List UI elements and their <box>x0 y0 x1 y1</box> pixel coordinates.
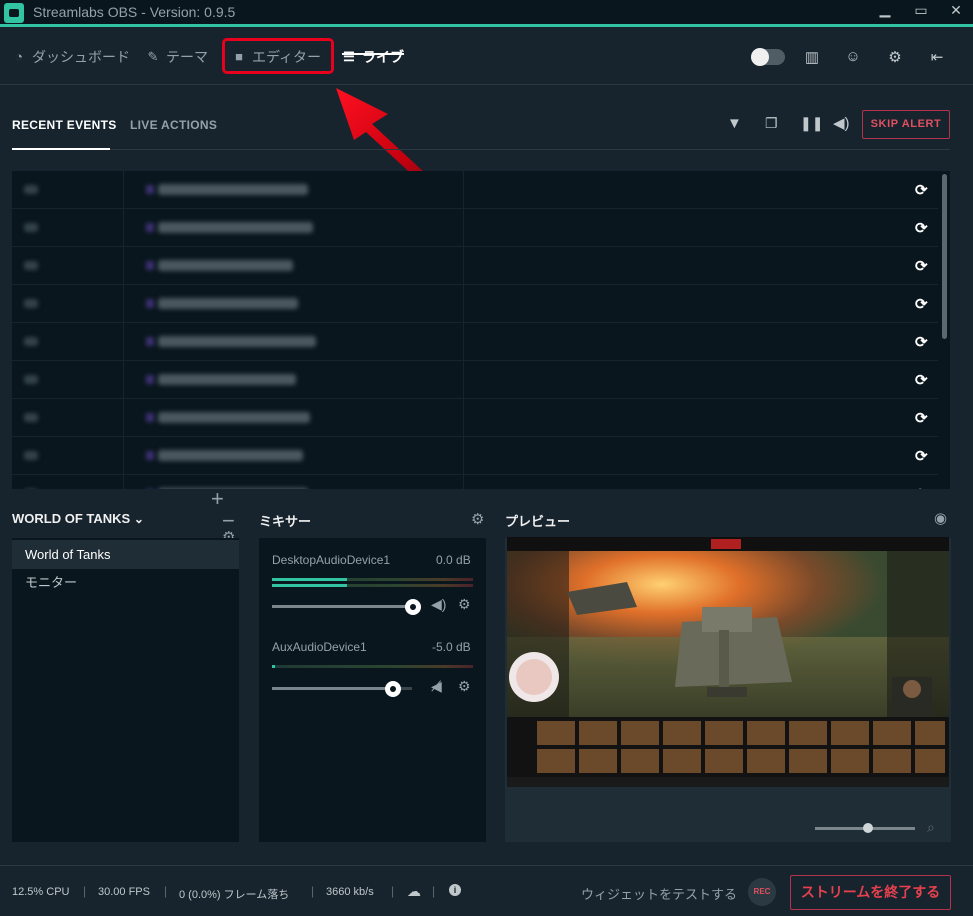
test-widgets-button[interactable]: ウィジェットをテストする <box>581 884 737 903</box>
list-item: ⟳ <box>12 399 938 437</box>
chevron-down-icon: ⌄ <box>133 512 144 526</box>
refresh-icon[interactable]: ⟳ <box>915 257 928 275</box>
tab-live-actions[interactable]: LIVE ACTIONS <box>130 118 217 132</box>
refresh-icon[interactable]: ⟳ <box>915 447 928 465</box>
audio-meter <box>272 665 473 668</box>
game-preview-image <box>507 537 949 787</box>
theme-icon: ✎ <box>147 49 159 64</box>
highlight-box <box>222 38 334 74</box>
mixer-panel: DesktopAudioDevice1 0.0 dB ◀) ⚙ AuxAudio… <box>259 538 486 842</box>
health-check-icon[interactable]: ☁ <box>407 883 421 900</box>
tab-divider <box>12 149 950 150</box>
night-mode-toggle[interactable] <box>751 48 785 66</box>
minimize-icon[interactable]: ▁ <box>874 1 896 18</box>
mixer-settings-icon[interactable]: ⚙ <box>471 510 484 528</box>
game-scene-graphic <box>507 537 949 787</box>
source-settings-icon[interactable]: ⚙ <box>458 596 471 613</box>
refresh-icon[interactable]: ⟳ <box>915 485 928 489</box>
maximize-icon[interactable]: ▭ <box>910 2 932 19</box>
bitrate: 3660 kb/s <box>326 886 374 898</box>
nav-active-underline <box>342 53 404 55</box>
refresh-icon[interactable]: ⟳ <box>915 371 928 389</box>
filter-icon[interactable]: ▼ <box>727 115 742 132</box>
mixer-source-db: -5.0 dB <box>432 640 471 654</box>
list-item: ⟳ <box>12 437 938 475</box>
close-icon[interactable]: ✕ <box>945 2 967 19</box>
end-stream-button[interactable]: ストリームを終了する <box>790 875 951 910</box>
studio-mode-icon[interactable]: ▥ <box>802 48 822 68</box>
divider: | <box>432 884 436 898</box>
list-item: ⟳ <box>12 247 938 285</box>
speaker-icon[interactable]: ◀) <box>431 596 446 613</box>
tab-recent-events[interactable]: RECENT EVENTS <box>12 118 117 132</box>
nav-theme[interactable]: ✎ テーマ <box>146 47 208 67</box>
mixer-source-db: 0.0 dB <box>436 553 471 567</box>
audio-meter-level <box>272 584 347 587</box>
scene-item[interactable]: World of Tanks <box>12 540 239 569</box>
skip-alert-button[interactable]: SKIP ALERT <box>862 110 950 139</box>
sidebar-collapse-icon[interactable]: ⇤ <box>927 48 947 68</box>
mixer-source-name: DesktopAudioDevice1 <box>272 553 391 567</box>
divider: | <box>311 884 315 898</box>
refresh-icon[interactable]: ⟳ <box>915 409 928 427</box>
mixer-title: ミキサー <box>259 514 312 529</box>
preview-title: プレビュー <box>505 514 571 529</box>
divider: | <box>391 884 395 898</box>
volume-icon[interactable]: ◀) <box>833 114 850 132</box>
list-item: ⟳ <box>12 285 938 323</box>
cpu-usage: 12.5% CPU <box>12 886 70 898</box>
discord-icon[interactable]: ☺ <box>843 48 863 68</box>
streamlabs-logo-icon <box>4 3 24 23</box>
speaker-muted-icon[interactable]: ◀̸ <box>431 678 442 695</box>
volume-slider-knob[interactable] <box>385 681 401 697</box>
nav-theme-label: テーマ <box>166 49 208 65</box>
refresh-icon[interactable]: ⟳ <box>915 295 928 313</box>
refresh-icon[interactable]: ⟳ <box>915 219 928 237</box>
volume-slider[interactable] <box>272 605 412 608</box>
dropped-frames: 0 (0.0%) フレーム落ち <box>179 889 290 901</box>
list-item: ⟳ <box>12 361 938 399</box>
events-list: ⟳ ⟳ ⟳ ⟳ ⟳ ⟳ ⟳ ⟳ ⟳ <box>12 171 950 489</box>
tab-active-underline <box>12 148 110 150</box>
nav-live-label: ライブ <box>362 49 404 65</box>
audio-meter-level <box>272 578 347 581</box>
settings-icon[interactable]: ⚙ <box>885 48 905 68</box>
rec-button[interactable]: REC <box>748 878 776 906</box>
volume-slider-knob[interactable] <box>405 599 421 615</box>
source-settings-icon[interactable]: ⚙ <box>458 678 471 695</box>
divider: | <box>164 884 168 898</box>
pause-icon[interactable]: ❚❚ <box>800 115 823 132</box>
nav-dashboard[interactable]: ◔ ダッシュボード <box>12 47 130 67</box>
list-item: ⟳ <box>12 475 938 489</box>
window-title: Streamlabs OBS - Version: 0.9.5 <box>33 4 236 20</box>
mixer-source-name: AuxAudioDevice1 <box>272 640 367 654</box>
nav-live[interactable]: ☰ ライブ <box>342 47 404 67</box>
list-item: ⟳ <box>12 323 938 361</box>
nav-dashboard-label: ダッシュボード <box>32 49 130 65</box>
eye-icon[interactable]: ◉ <box>934 509 947 527</box>
scene-item[interactable]: モニター <box>12 568 239 597</box>
refresh-icon[interactable]: ⟳ <box>915 333 928 351</box>
list-item: ⟳ <box>12 209 938 247</box>
divider: | <box>83 884 87 898</box>
search-icon[interactable]: ⌕ <box>927 819 935 836</box>
scene-collection-label: WORLD OF TANKS <box>12 511 131 526</box>
list-item: ⟳ <box>12 171 938 209</box>
refresh-icon[interactable]: ⟳ <box>915 181 928 199</box>
fps: 30.00 FPS <box>98 886 150 898</box>
events-scrollbar[interactable] <box>942 174 947 339</box>
zoom-slider-knob[interactable] <box>863 823 873 833</box>
popout-icon[interactable]: ❐ <box>765 115 778 132</box>
info-icon[interactable]: i <box>449 884 461 896</box>
dashboard-icon: ◔ <box>15 49 23 64</box>
audio-meter-level <box>272 665 275 668</box>
scenes-panel: World of Tanks モニター <box>12 538 239 842</box>
scene-collection-title[interactable]: WORLD OF TANKS ⌄ <box>12 511 144 526</box>
